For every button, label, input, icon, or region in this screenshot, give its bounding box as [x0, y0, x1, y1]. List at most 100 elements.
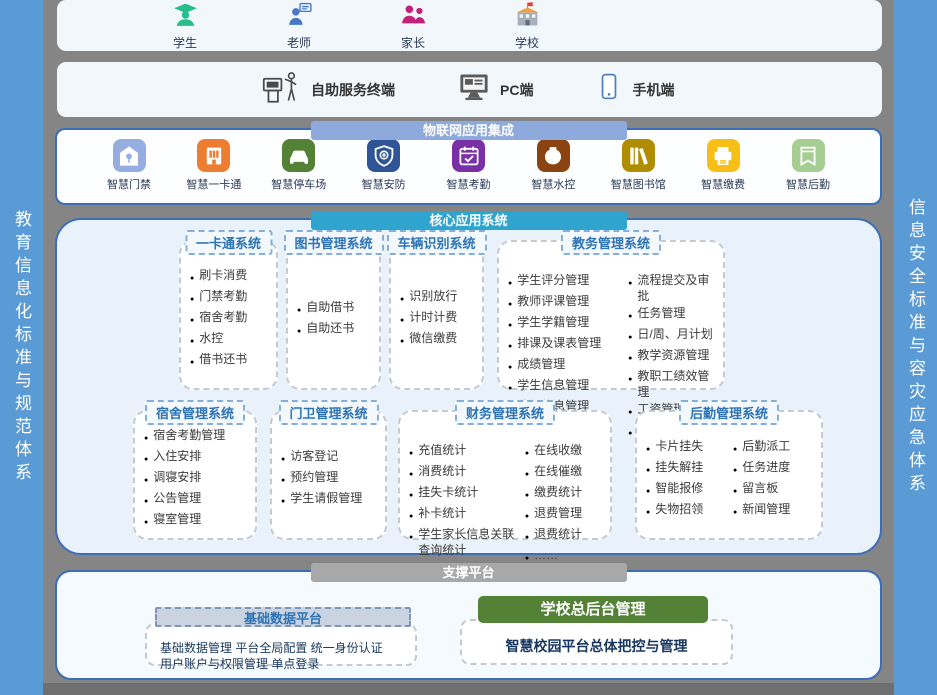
core-panel: 一卡通系统●刷卡消费●门禁考勤●宿舍考勤●水控●借书还书图书管理系统●自助借书●… — [55, 218, 882, 555]
bullet-icon: ● — [628, 330, 632, 346]
parents-icon — [400, 1, 427, 33]
list-item: ●宿舍考勤 — [190, 309, 247, 329]
list-item: ● 学生信息管理 — [508, 377, 626, 397]
iot-app-label: 智慧后勤 — [786, 176, 830, 192]
list-item-text: 调寝安排 — [153, 469, 201, 485]
list-item: ●任务进度 — [733, 459, 818, 479]
item-column: ●卡片挂失●挂失解挂●智能报修●失物招领 — [646, 426, 731, 532]
list-item-text: 补卡统计 — [418, 505, 466, 521]
bullet-icon: ● — [297, 324, 301, 340]
list-item-text: 借书还书 — [199, 351, 247, 367]
terminal-item: 自助服务终端 — [262, 70, 395, 109]
student-icon — [172, 1, 199, 33]
iot-app-item: 智慧后勤 — [772, 139, 844, 203]
list-item-text: 缴费统计 — [534, 484, 582, 500]
bullet-icon: ● — [646, 505, 650, 521]
list-item-text: 在线收缴 — [534, 442, 582, 458]
list-item-text: 智能报修 — [655, 480, 703, 496]
list-item-text: 公告管理 — [153, 490, 201, 506]
teacher-icon — [286, 1, 313, 33]
list-item-text: 留言板 — [742, 480, 778, 496]
list-item-text: 访客登记 — [290, 448, 338, 464]
list-item: ● 挂失卡统计 — [409, 484, 523, 504]
iot-app-item: 智慧水控 — [517, 139, 589, 203]
terminal-label: 自助服务终端 — [311, 80, 395, 100]
list-item-text: 学生信息管理 — [517, 377, 589, 393]
list-item: ●缴费统计 — [525, 484, 607, 504]
list-item: ●消费统计 — [409, 463, 523, 483]
payment-icon — [707, 139, 740, 172]
library-icon — [622, 139, 655, 172]
list-item-text: 教学资源管理 — [637, 347, 709, 363]
terminal-label: PC端 — [500, 80, 533, 100]
list-item-text: 退费统计 — [534, 526, 582, 542]
bullet-icon: ● — [409, 488, 413, 504]
bullet-icon: ● — [646, 442, 650, 458]
school-icon — [514, 1, 541, 33]
item-column: ●流程提交及审批●任务管理●日/周、月计划●教学资源管理●教职工绩效管理●工资管… — [628, 256, 720, 382]
bullet-icon: ● — [525, 446, 529, 462]
architecture-diagram: 教育信息化标准与规范体系 信息安全标准与容灾应急体系 学生老师家长学校 自助服务… — [0, 0, 937, 695]
list-item-text: 挂失卡统计 — [418, 484, 478, 500]
bullet-icon: ● — [508, 360, 512, 376]
bullet-icon: ● — [190, 271, 194, 287]
system-box-title: 教务管理系统 — [561, 230, 661, 255]
list-item-text: 后勤派工 — [742, 438, 790, 454]
list-item-text: 宿舍考勤 — [199, 309, 247, 325]
bullet-icon: ● — [525, 530, 529, 546]
list-item-text: …… — [534, 547, 558, 563]
onecard-icon — [197, 139, 230, 172]
list-item-text: 排课及课表管理 — [517, 335, 601, 351]
system-box-items: ●访客登记●预约管理●学生请假管理 — [272, 412, 385, 538]
bullet-icon: ● — [144, 515, 148, 531]
bullet-icon: ● — [400, 292, 404, 308]
item-column: ●学生评分管理●教师评课管理●学生学籍管理●排课及课表管理●成绩管理●学生信息管… — [508, 256, 626, 382]
list-item-text: 消费统计 — [418, 463, 466, 479]
bullet-icon: ● — [281, 494, 285, 510]
system-box-title: 车辆识别系统 — [386, 230, 486, 255]
system-box: 财务管理系统●充值统计●消费统计●挂失卡统计●补卡统计●学生家长信息关联查询统计… — [398, 410, 612, 540]
system-box: 门卫管理系统●访客登记●预约管理●学生请假管理 — [270, 410, 387, 540]
iot-app-item: 智慧一卡通 — [178, 139, 250, 203]
bullet-icon: ● — [646, 463, 650, 479]
bullet-icon: ● — [190, 355, 194, 371]
list-item-text: 教职工绩效管理 — [637, 368, 720, 400]
bullet-icon: ● — [508, 381, 512, 397]
iot-app-item: 智慧安防 — [348, 139, 420, 203]
iot-app-label: 智慧安防 — [362, 176, 406, 192]
list-item: ●识别放行 — [400, 288, 457, 308]
system-box: 图书管理系统●自助借书●自助还书 — [286, 240, 381, 390]
list-item: ●门禁考勤 — [190, 288, 247, 308]
system-box-items: ●刷卡消费●门禁考勤●宿舍考勤●水控●借书还书 — [181, 242, 276, 388]
list-item-text: 成绩管理 — [517, 356, 565, 372]
list-item: ●卡片挂失 — [646, 438, 731, 458]
system-box-items: ●卡片挂失●挂失解挂●智能报修●失物招领●后勤派工●任务进度●留言板●新闻管理 — [637, 412, 821, 538]
terminals-panel: 自助服务终端PC端手机端 — [57, 62, 882, 117]
system-box: 宿舍管理系统●宿舍考勤管理●入住安排●调寝安排●公告管理●寝室管理 — [133, 410, 257, 540]
list-item: ●留言板 — [733, 480, 818, 500]
pc-icon — [457, 72, 491, 107]
list-item-text: 在线催缴 — [534, 463, 582, 479]
system-box-title: 门卫管理系统 — [278, 400, 378, 425]
list-item: ●学生评分管理 — [508, 272, 626, 292]
system-box-title: 宿舍管理系统 — [145, 400, 245, 425]
support-header-tab: 支撑平台 — [311, 563, 627, 582]
left-sidebar-label: 教育信息化标准与规范体系 — [9, 210, 34, 486]
bullet-icon: ● — [409, 530, 413, 546]
right-sidebar-label: 信息安全标准与容灾应急体系 — [903, 198, 928, 497]
bullet-icon: ● — [281, 473, 285, 489]
iot-app-item: 智慧缴费 — [687, 139, 759, 203]
bullet-icon: ● — [525, 509, 529, 525]
bullet-icon: ● — [144, 452, 148, 468]
bullet-icon: ● — [628, 405, 632, 421]
item-column: ●自助借书●自助还书 — [297, 256, 354, 382]
list-item: ●挂失解挂 — [646, 459, 731, 479]
item-column: ●后勤派工●任务进度●留言板●新闻管理 — [733, 426, 818, 532]
core-header-tab: 核心应用系统 — [311, 211, 627, 230]
list-item: ●任务管理 — [628, 305, 720, 325]
item-column: ●访客登记●预约管理●学生请假管理 — [281, 426, 362, 532]
item-column: ●刷卡消费●门禁考勤●宿舍考勤●水控●借书还书 — [190, 256, 247, 382]
bullet-icon: ● — [144, 473, 148, 489]
user-type-item: 学校 — [495, 1, 559, 51]
security-icon — [367, 139, 400, 172]
